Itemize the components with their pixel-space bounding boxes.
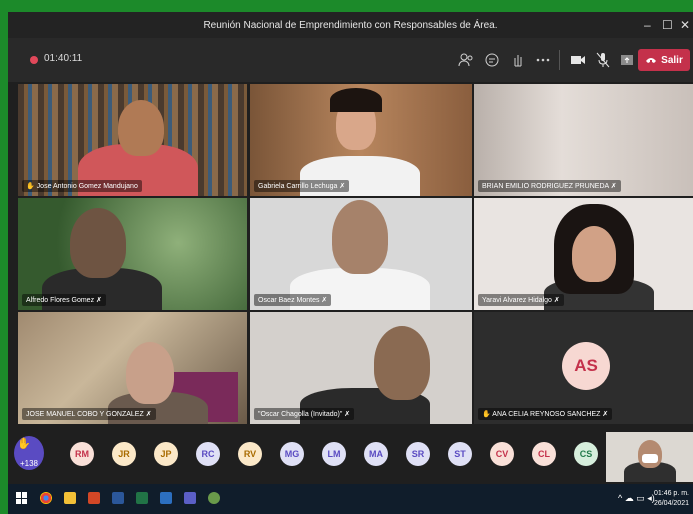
- participant-name: "Oscar Chagolla (Invitado)" ✗: [254, 408, 355, 420]
- participant-face: [126, 342, 174, 404]
- clock-date: 26/04/2021: [653, 500, 689, 507]
- more-participants-button[interactable]: ✋ +138: [14, 436, 44, 470]
- participant-face: [374, 326, 430, 400]
- avatar-jr[interactable]: JR: [112, 442, 136, 466]
- mic-off-icon: ✗: [96, 297, 102, 304]
- toolbar-divider: [559, 50, 560, 70]
- mic-off-icon: ✗: [610, 183, 617, 190]
- phone-icon: [646, 58, 657, 63]
- participants-icon[interactable]: [455, 48, 477, 72]
- avatar-jp[interactable]: JP: [154, 442, 178, 466]
- avatar-sr[interactable]: SR: [406, 442, 430, 466]
- participant-avatar: AS: [562, 342, 610, 390]
- share-icon[interactable]: [616, 48, 638, 72]
- participant-name: Alfredo Flores Gomez ✗: [22, 294, 106, 306]
- avatar-cl[interactable]: CL: [532, 442, 556, 466]
- video-tile-gabriela[interactable]: Gabriela Carrillo Lechuga ✗: [250, 84, 472, 196]
- participant-name: Yaravi Alvarez Hidalgo ✗: [478, 294, 564, 306]
- chat-icon[interactable]: [481, 48, 503, 72]
- mic-off-icon: ✗: [344, 411, 351, 418]
- avatar-ma[interactable]: MA: [364, 442, 388, 466]
- participant-face: [70, 208, 126, 278]
- avatar-st[interactable]: ST: [448, 442, 472, 466]
- system-tray-icons[interactable]: ^ ☁ ▭ ◂): [618, 493, 655, 504]
- participant-name: ✋ Jose Antonio Gomez Mandujano: [22, 180, 142, 192]
- participant-name: Gabriela Carrillo Lechuga ✗: [254, 180, 350, 192]
- pdf-icon[interactable]: [88, 492, 100, 504]
- mic-muted-icon[interactable]: [592, 48, 614, 72]
- clock-time: 01:46 p. m.: [653, 490, 689, 497]
- video-tile-yaravi[interactable]: Yaravi Alvarez Hidalgo ✗: [474, 198, 693, 310]
- avatar-mg[interactable]: MG: [280, 442, 304, 466]
- video-tile-oscar-baez[interactable]: Oscar Baez Montes ✗: [250, 198, 472, 310]
- avatar-cv[interactable]: CV: [490, 442, 514, 466]
- maximize-button[interactable]: ☐: [662, 18, 673, 32]
- participant-hair: [330, 88, 382, 112]
- mic-off-icon: ✗: [602, 411, 609, 418]
- title-bar: Reunión Nacional de Emprendimiento con R…: [8, 12, 693, 38]
- avatar-rv[interactable]: RV: [238, 442, 262, 466]
- participant-name: JOSE MANUEL COBO Y GONZALEZ ✗: [22, 408, 156, 420]
- participant-strip: ✋ +138 RM JR JP RC RV MG LM MA SR ST CV …: [8, 432, 693, 482]
- mic-off-icon: ✗: [321, 297, 328, 304]
- app-icon[interactable]: [208, 492, 220, 504]
- leave-button[interactable]: Salir: [638, 49, 690, 71]
- mic-off-icon: ✗: [145, 411, 152, 418]
- video-tile-jose-antonio[interactable]: ✋ Jose Antonio Gomez Mandujano: [18, 84, 247, 196]
- avatar-rc[interactable]: RC: [196, 442, 220, 466]
- video-tile-oscar-chagolla[interactable]: "Oscar Chagolla (Invitado)" ✗: [250, 312, 472, 424]
- minimize-button[interactable]: –: [644, 18, 651, 32]
- leave-label: Salir: [661, 54, 683, 66]
- participant-face: [332, 200, 388, 274]
- avatar-lm[interactable]: LM: [322, 442, 346, 466]
- meeting-toolbar: 01:40:11 Salir: [8, 38, 693, 82]
- teams-icon[interactable]: [184, 492, 196, 504]
- video-tile-brian[interactable]: BRIAN EMILIO RODRIGUEZ PRUNEDA ✗: [474, 84, 693, 196]
- raised-hand-icon: ✋: [482, 411, 491, 418]
- camera-icon[interactable]: [567, 48, 589, 72]
- window-title: Reunión Nacional de Emprendimiento con R…: [203, 20, 498, 31]
- windows-taskbar: ^ ☁ ▭ ◂) 01:46 p. m. 26/04/2021: [8, 484, 693, 514]
- meeting-timer: 01:40:11: [44, 53, 83, 64]
- excel-icon[interactable]: [136, 492, 148, 504]
- avatar-cs[interactable]: CS: [574, 442, 598, 466]
- participant-face: [572, 226, 616, 282]
- mic-off-icon: ✗: [553, 297, 560, 304]
- mic-off-icon: ✗: [339, 183, 346, 190]
- more-icon[interactable]: [532, 48, 554, 72]
- participant-face: [118, 100, 164, 156]
- word-icon[interactable]: [112, 492, 124, 504]
- raise-hand-icon[interactable]: [507, 48, 529, 72]
- close-button[interactable]: ✕: [680, 18, 690, 32]
- raised-hand-icon: ✋: [26, 183, 35, 190]
- raised-hand-icon: ✋: [17, 438, 31, 450]
- participant-name: BRIAN EMILIO RODRIGUEZ PRUNEDA ✗: [478, 180, 621, 192]
- file-explorer-icon[interactable]: [64, 492, 76, 504]
- avatar-rm[interactable]: RM: [70, 442, 94, 466]
- video-tile-ana-celia[interactable]: AS ✋ ANA CELIA REYNOSO SANCHEZ ✗: [474, 312, 693, 424]
- video-tile-jose-manuel[interactable]: JOSE MANUEL COBO Y GONZALEZ ✗: [18, 312, 247, 424]
- recording-icon: [30, 56, 38, 64]
- teams-window: Reunión Nacional de Emprendimiento con R…: [8, 12, 693, 514]
- windows-start-icon[interactable]: [16, 492, 28, 504]
- self-view-video[interactable]: [606, 432, 693, 482]
- participant-name: ✋ ANA CELIA REYNOSO SANCHEZ ✗: [478, 408, 613, 420]
- overflow-count: +138: [19, 459, 39, 468]
- chrome-icon[interactable]: [40, 492, 52, 504]
- taskbar-clock[interactable]: 01:46 p. m. 26/04/2021: [654, 489, 689, 509]
- participant-name: Oscar Baez Montes ✗: [254, 294, 332, 306]
- app-icon[interactable]: [160, 492, 172, 504]
- video-tile-alfredo[interactable]: Alfredo Flores Gomez ✗: [18, 198, 247, 310]
- face-mask: [642, 454, 658, 463]
